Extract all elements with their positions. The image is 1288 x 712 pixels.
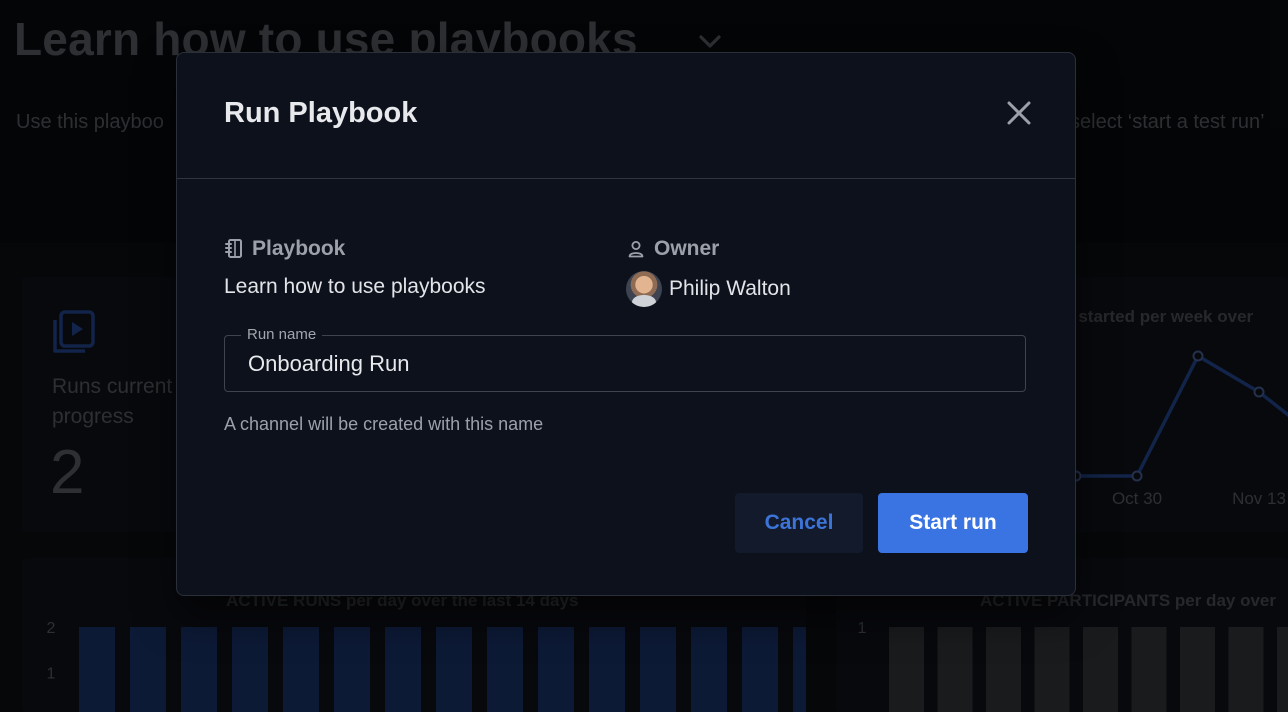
cancel-button[interactable]: Cancel xyxy=(735,493,863,553)
run-name-label: Run name xyxy=(241,326,323,343)
run-name-input[interactable] xyxy=(225,336,1025,391)
owner-selector[interactable]: Philip Walton xyxy=(626,271,791,307)
modal-header: Run Playbook xyxy=(177,53,1075,179)
playbook-name: Learn how to use playbooks xyxy=(224,275,486,298)
person-icon xyxy=(628,241,644,258)
run-name-help-text: A channel will be created with this name xyxy=(224,414,544,434)
run-name-field: Run name xyxy=(224,326,1026,392)
start-run-button[interactable]: Start run xyxy=(878,493,1028,553)
owner-name: Philip Walton xyxy=(669,277,791,300)
playbook-label: Playbook xyxy=(252,237,346,260)
owner-info: Owner Philip Walton xyxy=(626,236,791,307)
playbook-info: Playbook Learn how to use playbooks xyxy=(224,236,486,299)
owner-label: Owner xyxy=(654,237,720,260)
close-icon xyxy=(1007,101,1031,125)
close-button[interactable] xyxy=(1003,97,1035,129)
avatar xyxy=(626,271,662,307)
run-playbook-modal: Run Playbook Playbook Learn how to use p… xyxy=(176,52,1076,596)
modal-title: Run Playbook xyxy=(224,97,418,129)
notebook-icon xyxy=(225,239,242,258)
